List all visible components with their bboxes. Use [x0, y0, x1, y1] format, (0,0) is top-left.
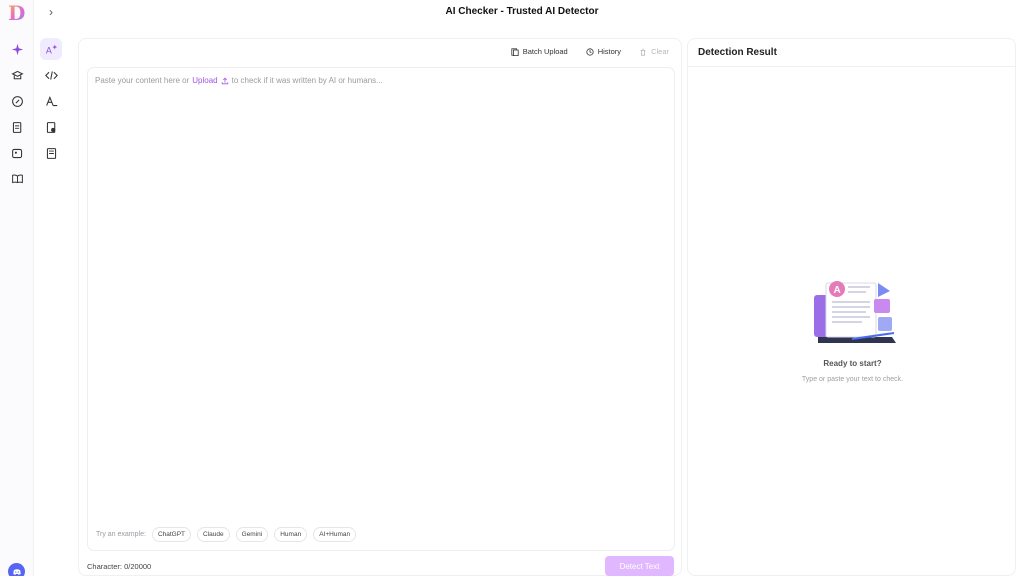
batch-upload-label: Batch Upload — [522, 47, 568, 56]
clear-label: Clear — [651, 47, 669, 56]
ready-hint-text: Type or paste your text to check. — [801, 376, 904, 383]
trash-icon — [640, 48, 646, 56]
history-button[interactable]: History — [586, 47, 621, 56]
editor-toolbar: Batch Upload History Clear — [511, 47, 669, 56]
detection-result-title: Detection Result — [688, 39, 1015, 67]
doc-scan-icon[interactable] — [6, 116, 28, 138]
sidebar-rail-secondary — [34, 0, 68, 576]
example-chip-ai-human[interactable]: AI+Human — [313, 527, 357, 542]
upload-link[interactable]: Upload — [192, 76, 217, 85]
ready-to-start-text: Ready to start? — [823, 359, 882, 368]
code-icon[interactable] — [40, 64, 62, 86]
upload-icon[interactable] — [221, 77, 229, 85]
batch-upload-icon — [511, 47, 519, 56]
pencil-icon[interactable] — [6, 90, 28, 112]
ai-text-icon[interactable]: A — [40, 38, 62, 60]
example-chip-gemini[interactable]: Gemini — [235, 527, 269, 542]
example-row: Try an example: ChatGPT Claude Gemini Hu… — [96, 527, 357, 542]
placeholder-text-after: to check if it was written by AI or huma… — [231, 76, 383, 85]
result-panel: Detection Result A Ready to start? Type … — [687, 38, 1016, 576]
expand-sidebar-button[interactable]: › — [44, 5, 58, 19]
try-example-label: Try an example: — [96, 531, 146, 538]
laptop-illustration-icon: A — [814, 281, 896, 343]
notebook-icon[interactable] — [40, 142, 62, 164]
history-icon — [586, 47, 594, 56]
doc-audio-icon[interactable] — [40, 116, 62, 138]
page-title: AI Checker - Trusted AI Detector — [445, 6, 599, 17]
sparkle-icon[interactable] — [6, 38, 28, 60]
character-count: Character: 0/20000 — [87, 562, 152, 571]
font-icon[interactable] — [40, 90, 62, 112]
sidebar-rail — [0, 0, 34, 576]
clear-button[interactable]: Clear — [639, 47, 669, 56]
discord-icon[interactable] — [8, 563, 25, 576]
batch-upload-button[interactable]: Batch Upload — [511, 47, 568, 56]
content-textarea[interactable]: Paste your content here or Upload to che… — [87, 67, 675, 551]
book-icon[interactable] — [6, 167, 28, 189]
hat-icon[interactable] — [6, 64, 28, 86]
editor-panel: Batch Upload History Clear Paste your co… — [78, 38, 682, 576]
history-label: History — [597, 47, 622, 56]
svg-text:A: A — [834, 285, 841, 296]
detect-text-button[interactable]: Detect Text — [605, 556, 674, 576]
svg-text:A: A — [45, 45, 51, 55]
example-chip-chatgpt[interactable]: ChatGPT — [151, 527, 192, 542]
app-logo[interactable]: D — [8, 2, 28, 24]
placeholder-text-before: Paste your content here or — [95, 76, 190, 85]
example-chip-claude[interactable]: Claude — [197, 527, 230, 542]
example-chip-human[interactable]: Human — [274, 527, 308, 542]
image-edit-icon[interactable] — [6, 142, 28, 164]
textarea-placeholder: Paste your content here or Upload to che… — [95, 76, 383, 85]
